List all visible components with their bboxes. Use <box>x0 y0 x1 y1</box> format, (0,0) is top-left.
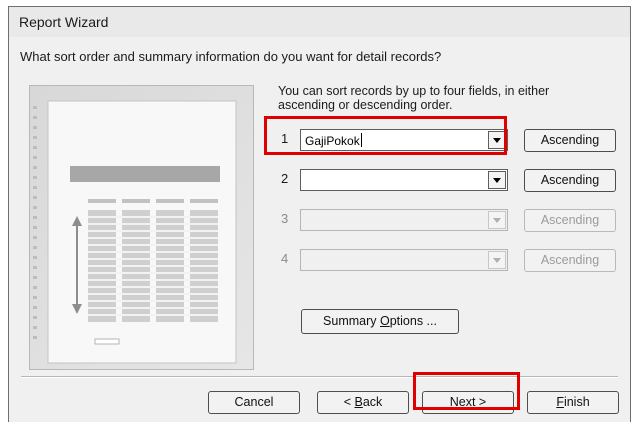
sort-field-3-dropdown-button <box>488 211 506 229</box>
report-layout-graphic <box>33 100 237 364</box>
chevron-down-icon <box>493 218 501 223</box>
sort-number-3: 3 <box>281 211 289 226</box>
dialog-body: What sort order and summary information … <box>9 37 630 422</box>
footer-divider <box>21 376 618 378</box>
sort-field-2-dropdown-button[interactable] <box>488 171 506 189</box>
sort-number-1: 1 <box>281 131 289 146</box>
cancel-button[interactable]: Cancel <box>208 391 300 414</box>
sort-field-4-dropdown-button <box>488 251 506 269</box>
sort-field-1-value: GajiPokok <box>305 134 360 148</box>
sort-number-4: 4 <box>281 251 289 266</box>
sort-order-2-button[interactable]: Ascending <box>524 169 616 192</box>
question-text: What sort order and summary information … <box>20 49 442 64</box>
finish-button[interactable]: Finish <box>527 391 619 414</box>
report-wizard-dialog: Report Wizard What sort order and summar… <box>8 6 631 422</box>
sort-instructions: You can sort records by up to four field… <box>278 84 550 112</box>
summary-options-button[interactable]: Summary Options ... <box>301 309 459 334</box>
report-preview-illustration <box>29 85 254 370</box>
title-bar: Report Wizard <box>9 7 630 38</box>
back-button[interactable]: < Back <box>317 391 409 414</box>
sort-number-2: 2 <box>281 171 289 186</box>
sort-order-1-button[interactable]: Ascending <box>524 129 616 152</box>
summary-options-label: Summary Options ... <box>323 314 437 328</box>
text-cursor <box>360 133 362 147</box>
dialog-title: Report Wizard <box>19 14 109 30</box>
chevron-down-icon <box>493 258 501 263</box>
next-button-label: Next > <box>449 395 487 409</box>
sort-order-4-button: Ascending <box>524 249 616 272</box>
chevron-down-icon <box>493 178 501 183</box>
chevron-down-icon <box>493 138 501 143</box>
sort-field-4-combo <box>300 249 508 271</box>
sort-field-2-combo[interactable] <box>300 169 508 191</box>
finish-button-label: Finish <box>556 395 590 409</box>
next-button[interactable]: Next > <box>422 391 514 414</box>
sort-order-3-button: Ascending <box>524 209 616 232</box>
sort-field-3-combo <box>300 209 508 231</box>
sort-field-1-combo[interactable]: GajiPokok <box>300 129 508 151</box>
back-button-label: < Back <box>343 395 383 409</box>
sort-field-1-dropdown-button[interactable] <box>488 131 506 149</box>
